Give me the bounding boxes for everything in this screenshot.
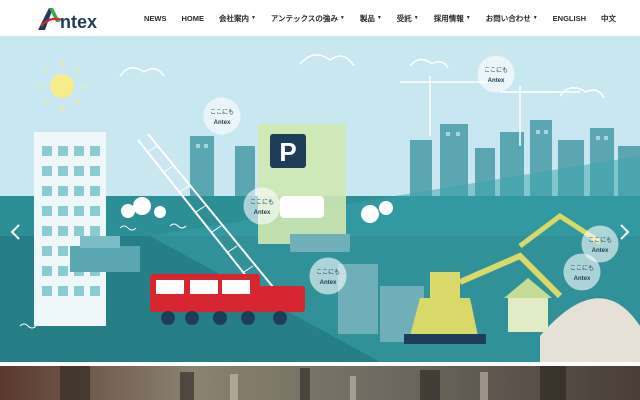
speech-bubble: ここにも Antex xyxy=(477,55,515,93)
svg-text:ここにも: ここにも xyxy=(250,199,274,206)
svg-text:ここにも: ここにも xyxy=(210,109,234,116)
svg-text:Antex: Antex xyxy=(320,280,337,286)
hero-slider: P ここにも Antex ここにも Antex ここにも Antex ここにも … xyxy=(0,36,640,362)
antex-logo[interactable]: ntex xyxy=(36,6,118,32)
factory-photo xyxy=(0,366,640,400)
svg-text:Antex: Antex xyxy=(592,248,609,254)
slider-next-button[interactable] xyxy=(616,222,632,242)
caret-down-icon: ▼ xyxy=(413,15,419,21)
nav-company[interactable]: 会社案内 ▼ xyxy=(219,13,256,24)
parking-sign: P xyxy=(279,137,296,167)
speech-bubble: ここにも Antex xyxy=(243,187,281,225)
speech-bubble: ここにも Antex xyxy=(563,253,601,291)
nav-strengths[interactable]: アンテックスの強み ▼ xyxy=(271,13,345,24)
svg-text:Antex: Antex xyxy=(574,276,591,282)
parking-garage: P xyxy=(258,124,346,244)
chevron-left-icon xyxy=(10,224,20,240)
nav-contract[interactable]: 受託 ▼ xyxy=(397,13,419,24)
caret-down-icon: ▼ xyxy=(250,15,256,21)
svg-text:ここにも: ここにも xyxy=(316,269,340,276)
site-header: ntex NEWS HOME 会社案内 ▼ アンテックスの強み ▼ 製品 ▼ 受託 ▼ … xyxy=(0,0,640,36)
speech-bubble: ここにも Antex xyxy=(309,257,347,295)
nav-chinese[interactable]: 中文 xyxy=(601,13,616,24)
nav-recruit[interactable]: 採用情報 ▼ xyxy=(434,13,471,24)
speech-bubble: ここにも Antex xyxy=(203,97,241,135)
nav-english[interactable]: ENGLISH xyxy=(553,14,586,23)
caret-down-icon: ▼ xyxy=(465,15,471,21)
svg-text:Antex: Antex xyxy=(254,210,271,216)
nav-home[interactable]: HOME xyxy=(181,14,204,23)
svg-text:ここにも: ここにも xyxy=(570,265,594,272)
main-nav: NEWS HOME 会社案内 ▼ アンテックスの強み ▼ 製品 ▼ 受託 ▼ 採用情報 ▼… xyxy=(129,0,616,36)
nav-contact[interactable]: お問い合わせ ▼ xyxy=(486,13,538,24)
slider-prev-button[interactable] xyxy=(8,222,24,242)
nav-products[interactable]: 製品 ▼ xyxy=(360,13,382,24)
apartment-building xyxy=(34,132,106,326)
svg-text:Antex: Antex xyxy=(488,78,505,84)
caret-down-icon: ▼ xyxy=(532,15,538,21)
svg-text:ここにも: ここにも xyxy=(484,67,508,74)
caret-down-icon: ▼ xyxy=(339,15,345,21)
chevron-right-icon xyxy=(620,224,630,240)
svg-text:ここにも: ここにも xyxy=(588,237,612,244)
nav-news[interactable]: NEWS xyxy=(144,14,167,23)
svg-text:Antex: Antex xyxy=(214,120,231,126)
svg-text:ntex: ntex xyxy=(60,12,97,32)
caret-down-icon: ▼ xyxy=(376,15,382,21)
city-illustration: P ここにも Antex ここにも Antex ここにも Antex ここにも … xyxy=(0,36,640,362)
